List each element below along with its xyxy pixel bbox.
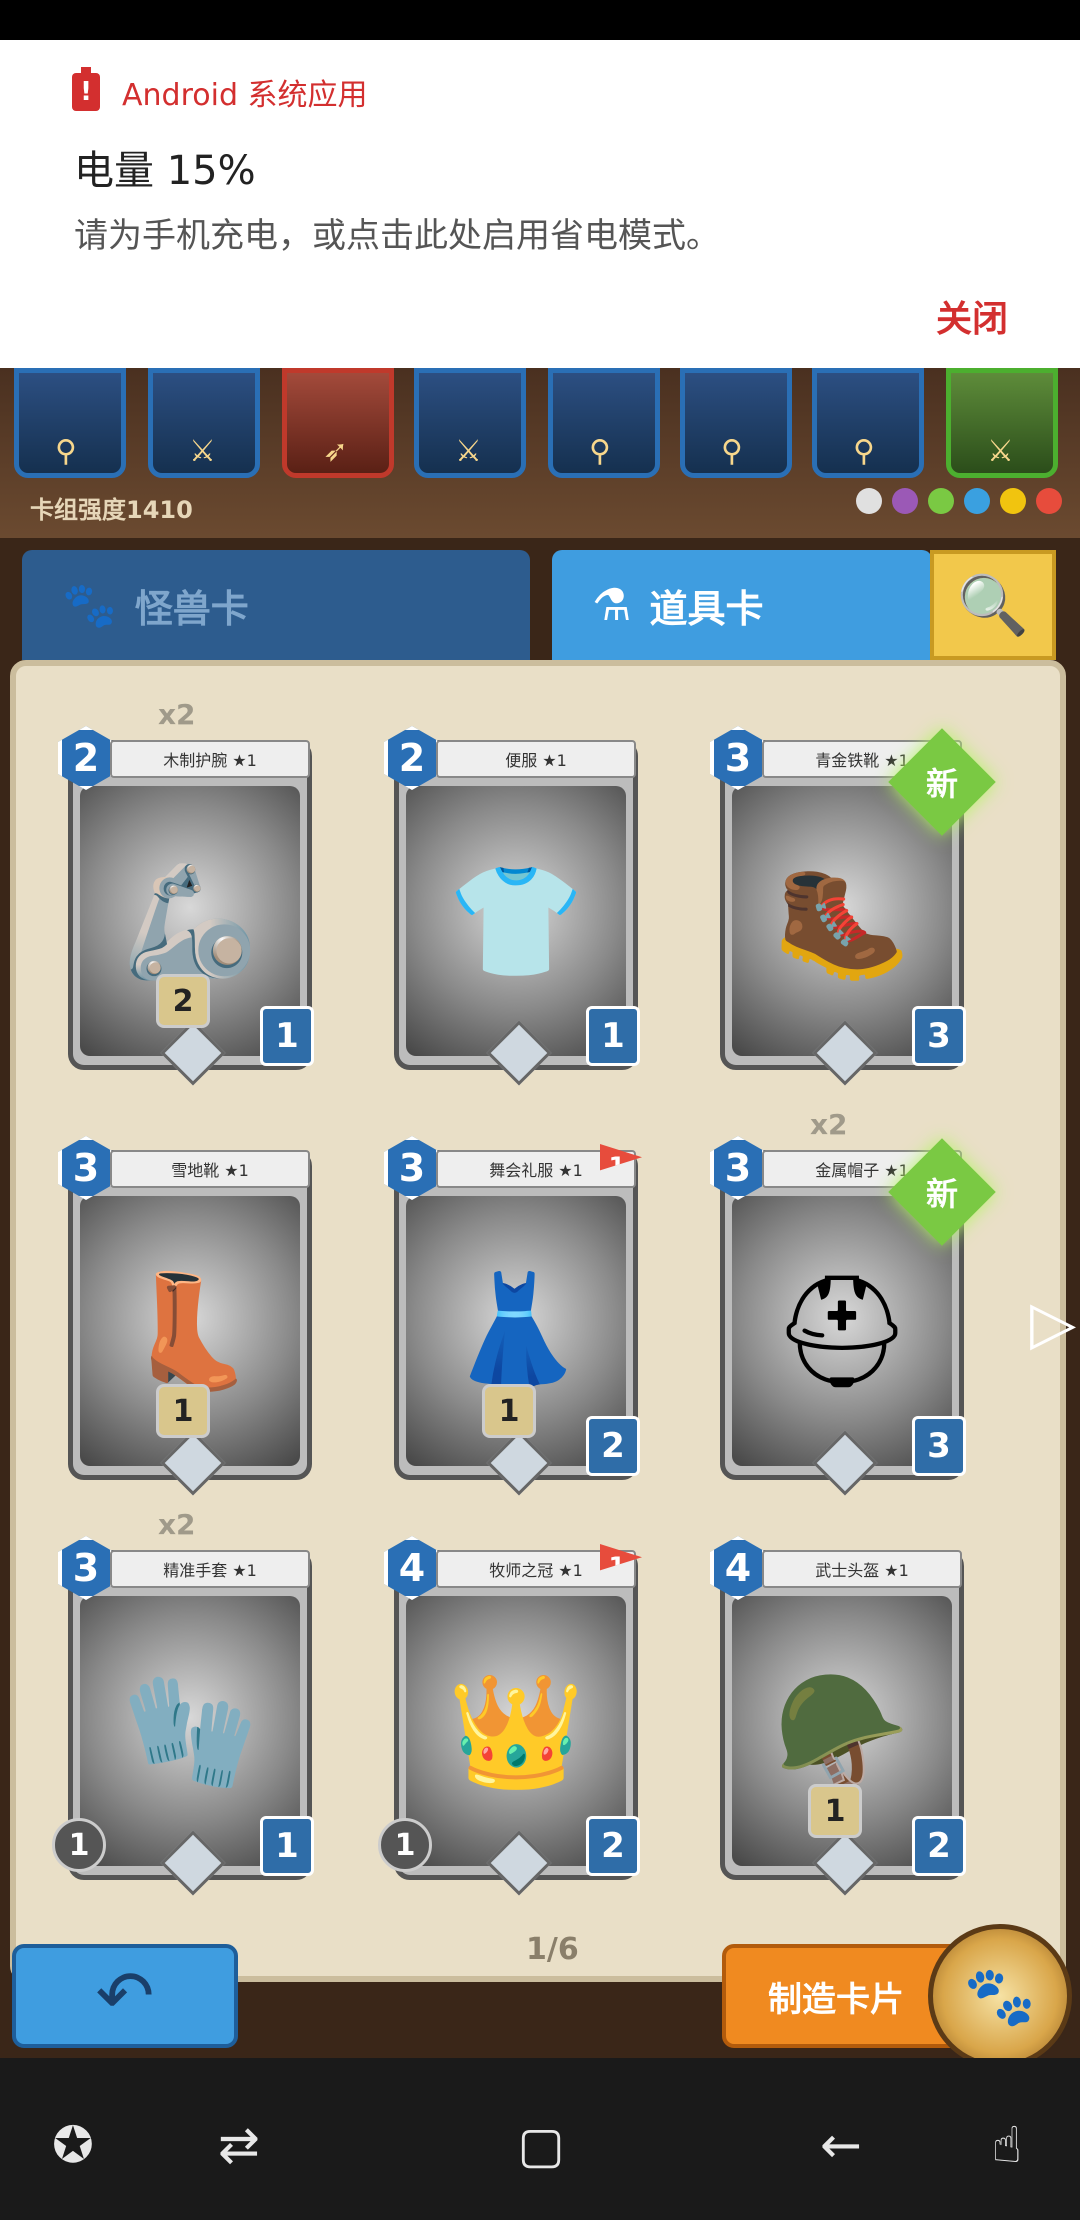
card-level: 1 [156,1384,210,1438]
card-durability: 3 [912,1416,966,1476]
equipment-icon: 👢 [121,1266,259,1395]
search-button[interactable]: 🔍 [930,550,1056,660]
page-indicator: 1/6 [526,1932,579,1967]
battery-warning-icon: ! [72,67,100,111]
sword-icon: ⚔ [189,434,216,469]
item-card[interactable]: x2 🧤 3 精准手套 ★1 1 1 [52,1508,322,1896]
lightning-element-icon [1000,488,1026,514]
item-card[interactable]: 👑4牧师之冠 ★1211 [378,1536,648,1896]
staff-icon: ⚲ [55,434,77,469]
game-screen: ⚲ ⚔ ➶ ⚔ ⚲ ⚲ ⚲ ⚔ 卡组强度1410 🐾 怪兽卡 ⚗ 道具卡 🔍 1… [0,368,1080,2058]
card-durability: 1 [260,1006,314,1066]
water-element-icon [964,488,990,514]
deck-card[interactable]: ➶ [282,368,394,478]
card-name: 精准手套 ★1 [110,1550,310,1588]
card-durability: 3 [912,1006,966,1066]
bow-icon: ➶ [323,434,349,469]
deck-card[interactable]: ⚔ [946,368,1058,478]
system-nav-bar: ✪ ⇄ ▢ ← ☝ [0,2058,1080,2220]
neutral-element-icon [856,488,882,514]
new-badge: 新 [888,728,996,836]
deck-card[interactable]: ⚲ [548,368,660,478]
equipment-icon: 👗 [447,1266,585,1395]
equipment-icon: 🦾 [121,856,259,985]
card-durability: 2 [586,1816,640,1876]
back-icon[interactable]: ← [806,2110,876,2180]
nature-element-icon [928,488,954,514]
card-count: x2 [158,1508,196,1541]
gesture-icon[interactable]: ☝ [972,2110,1042,2180]
arcane-element-icon [892,488,918,514]
item-card[interactable]: 👕 2 便服 ★1 1 [384,726,648,1086]
return-arrow-icon: ↶ [95,1955,155,2037]
card-count: x2 [810,1108,848,1141]
game-tools-icon[interactable]: ✪ [38,2110,108,2180]
tab-item-label: 道具卡 [649,586,764,631]
deck-power: 卡组强度1410 [30,496,193,524]
paw-icon: 🐾 [62,580,117,631]
back-button[interactable]: ↶ [12,1944,238,2048]
item-card[interactable]: 👗3舞会礼服 ★1211 [384,1136,648,1496]
card-grid-panel: 1/6 x2 🦾 2 木制护腕 ★1 1 2 👕 2 便服 ★1 1 🥾 3 青金铁靴 ★1 3 新 👢 3 雪地… [10,660,1066,1982]
notification-close-button[interactable]: 关闭 [936,290,1008,342]
card-level: 1 [378,1818,432,1872]
battery-notification[interactable]: ! Android 系统应用 电量 15% 请为手机充电，或点击此处启用省电模式… [0,40,1080,368]
tab-monster-cards[interactable]: 🐾 怪兽卡 [22,550,530,660]
staff-icon: ⚲ [853,434,875,469]
card-level: 1 [52,1818,106,1872]
recent-apps-icon[interactable]: ⇄ [204,2110,274,2180]
card-durability: 1 [260,1816,314,1876]
card-count: x2 [158,698,196,731]
card-name: 武士头盔 ★1 [762,1550,962,1588]
element-icons [856,488,1062,514]
item-card[interactable]: 👢 3 雪地靴 ★1 1 [58,1136,322,1496]
notification-app-row: ! Android 系统应用 [72,67,368,114]
deck-card[interactable]: ⚲ [680,368,792,478]
equipment-icon: 🥾 [773,856,911,985]
equipment-icon: 🪖 [773,1666,911,1795]
item-card[interactable]: 🥾 3 青金铁靴 ★1 3 新 [710,726,996,1086]
tab-item-cards[interactable]: ⚗ 道具卡 [552,550,932,660]
next-page-arrow-icon[interactable]: ▷ [1030,1288,1076,1358]
equipment-icon: 👕 [447,856,585,985]
notification-app-name: Android 系统应用 [122,78,368,113]
deck-strip: ⚲ ⚔ ➶ ⚔ ⚲ ⚲ ⚲ ⚔ 卡组强度1410 [0,368,1080,538]
card-durability: 1 [586,1006,640,1066]
potion-icon: ⚗ [592,579,632,631]
tab-monster-label: 怪兽卡 [134,586,249,631]
card-level: 1 [808,1784,862,1838]
equipment-icon: ⛑ [772,1266,912,1395]
status-bar [0,0,1080,40]
card-name: 木制护腕 ★1 [110,740,310,778]
item-card[interactable]: x2 ⛑ 3 金属帽子 ★1 3 新 [710,1108,996,1496]
staff-icon: ⚲ [721,434,743,469]
deck-card[interactable]: ⚲ [812,368,924,478]
craft-card-label: 制造卡片 [768,1979,904,2020]
sword-icon: ⚔ [987,434,1014,469]
deck-card[interactable]: ⚲ [14,368,126,478]
equipment-icon: 🧤 [121,1666,259,1795]
sword-icon: ⚔ [455,434,482,469]
card-level: 2 [156,974,210,1028]
notification-body[interactable]: 请为手机充电，或点击此处启用省电模式。 [74,208,720,257]
search-icon: 🔍 [956,570,1030,639]
card-durability: 2 [912,1816,966,1876]
card-name: 便服 ★1 [436,740,636,778]
notification-title: 电量 15% [74,148,256,194]
equipment-icon: 👑 [447,1666,585,1795]
card-durability: 2 [586,1416,640,1476]
home-icon[interactable]: ▢ [506,2110,576,2180]
card-name: 雪地靴 ★1 [110,1150,310,1188]
deck-card[interactable]: ⚔ [414,368,526,478]
new-badge: 新 [888,1138,996,1246]
staff-icon: ⚲ [589,434,611,469]
item-card[interactable]: 🪖 4 武士头盔 ★1 2 1 [710,1536,974,1896]
item-card[interactable]: x2 🦾 2 木制护腕 ★1 1 2 [58,698,322,1086]
fire-element-icon [1036,488,1062,514]
card-level: 1 [482,1384,536,1438]
deck-card[interactable]: ⚔ [148,368,260,478]
paw-potion-icon[interactable]: 🐾 [928,1924,1072,2058]
